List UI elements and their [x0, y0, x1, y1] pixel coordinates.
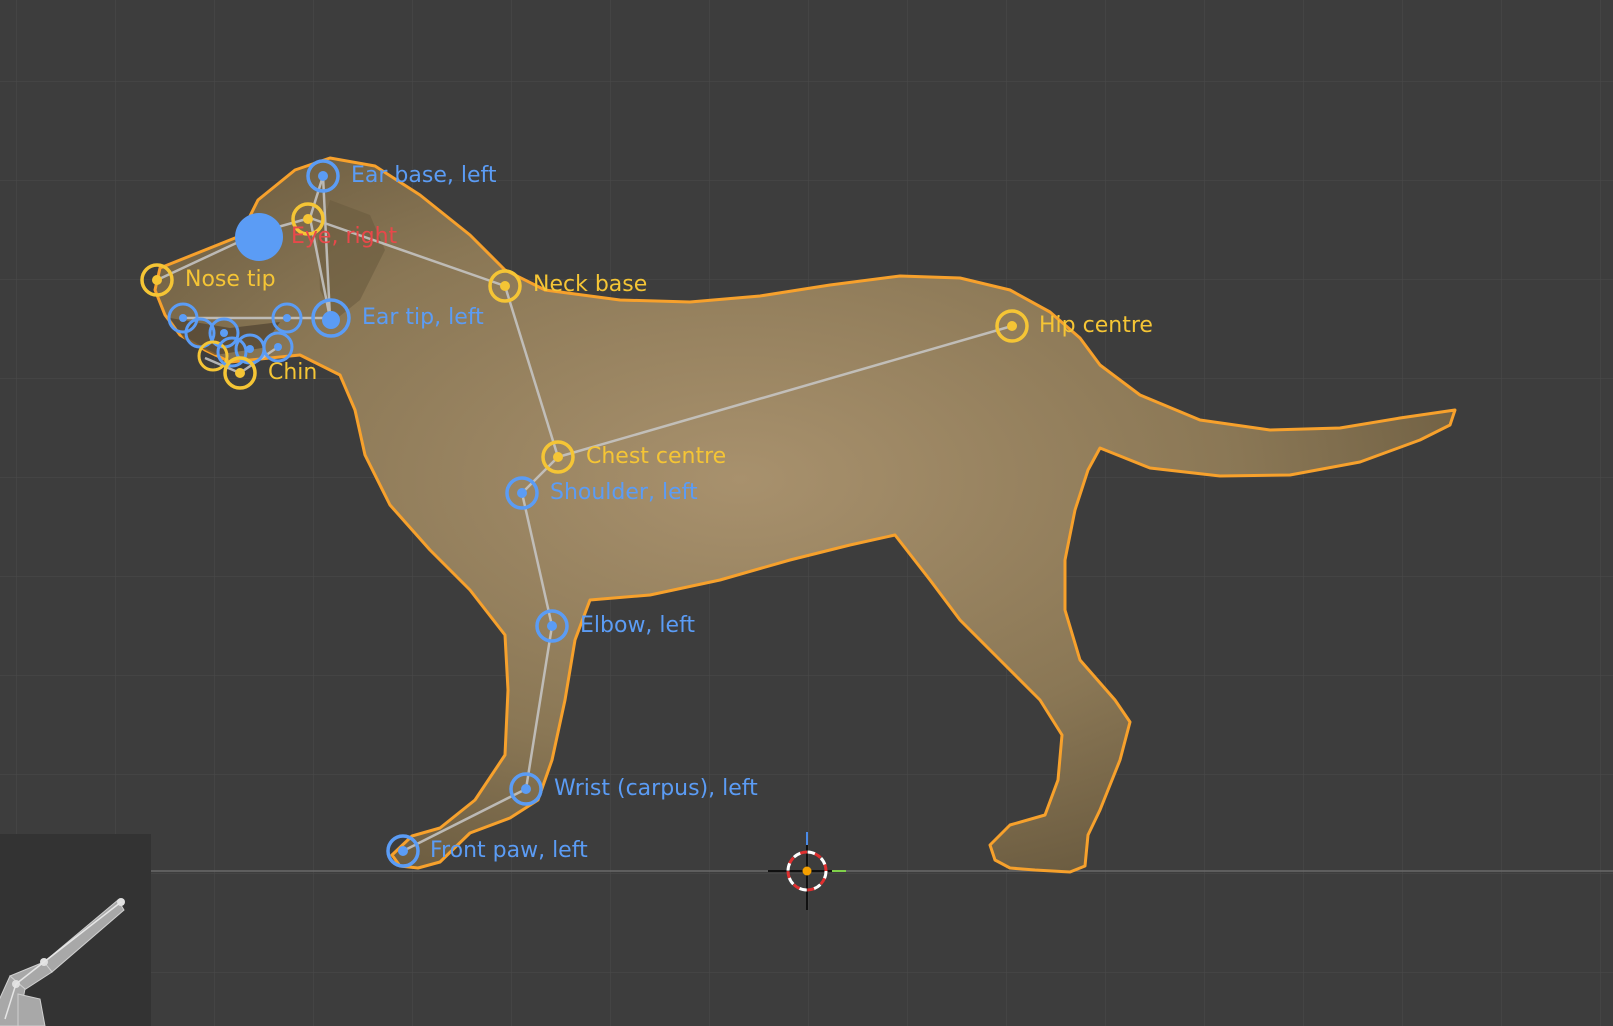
3d-viewport[interactable]: Ear base, left Eye, right Nose tip Neck … — [0, 0, 1613, 1026]
label-chest-centre: Chest centre — [586, 444, 727, 469]
label-shoulder-left: Shoulder, left — [550, 480, 698, 505]
label-neck-base: Neck base — [533, 272, 648, 297]
label-chin: Chin — [268, 360, 318, 385]
armature-gizmo-icon — [0, 898, 125, 1026]
label-hip-centre: Hip centre — [1039, 313, 1153, 338]
label-ear-tip-left: Ear tip, left — [362, 305, 484, 330]
label-nose-tip: Nose tip — [185, 267, 276, 292]
label-elbow-left: Elbow, left — [580, 613, 696, 638]
label-eye-right: Eye, right — [291, 224, 398, 249]
label-wrist-left: Wrist (carpus), left — [554, 776, 758, 801]
viewport-canvas — [0, 0, 1613, 1026]
label-ear-base-left: Ear base, left — [351, 163, 497, 188]
armature-preview-panel[interactable] — [0, 834, 151, 1026]
label-front-paw-left: Front paw, left — [430, 838, 588, 863]
